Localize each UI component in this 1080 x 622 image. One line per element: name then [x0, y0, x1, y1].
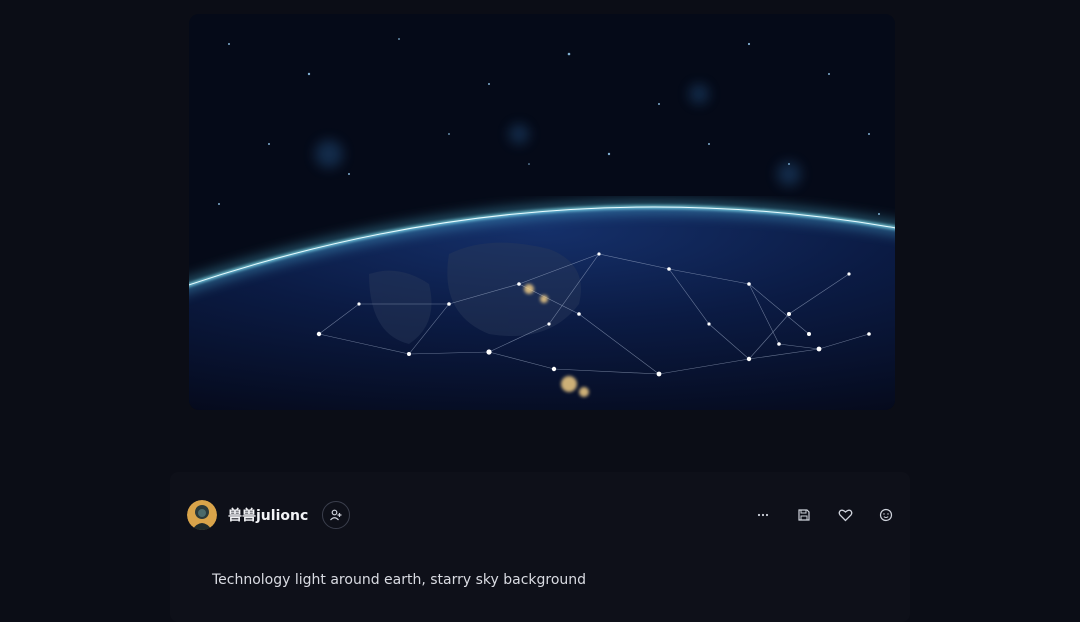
emoji-button[interactable]	[873, 502, 899, 528]
more-icon	[757, 513, 769, 517]
post-image[interactable]	[189, 14, 895, 410]
like-button[interactable]	[832, 502, 858, 528]
save-icon	[798, 509, 810, 521]
more-button[interactable]	[750, 502, 776, 528]
post-card: 兽兽julionc Technology light around earth,…	[170, 472, 910, 622]
heart-icon	[838, 509, 852, 522]
post-actions	[750, 502, 910, 528]
author-name[interactable]: 兽兽julionc	[228, 505, 308, 525]
author-row: 兽兽julionc	[187, 500, 351, 530]
avatar-image	[187, 500, 217, 530]
follow-button[interactable]	[322, 501, 351, 529]
save-button[interactable]	[791, 502, 817, 528]
avatar[interactable]	[187, 500, 217, 530]
user-plus-icon	[330, 509, 342, 521]
post-caption: Technology light around earth, starry sk…	[212, 572, 587, 588]
earth-network-image	[189, 14, 895, 410]
smiley-icon	[879, 508, 893, 522]
